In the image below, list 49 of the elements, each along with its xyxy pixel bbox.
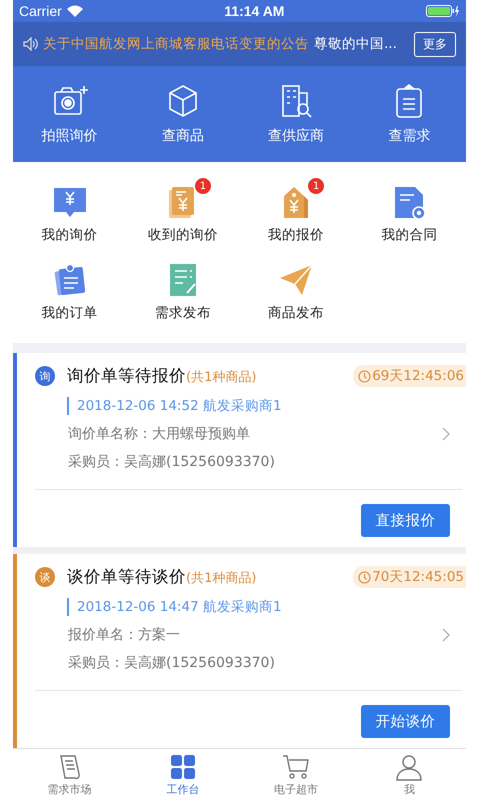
speaker-icon: [23, 37, 39, 51]
notice-title[interactable]: 关于中国航发网上商城客服电话变更的公告: [43, 35, 309, 53]
shortcut-item[interactable]: 商品发布: [240, 254, 353, 332]
shortcut-item[interactable]: 需求发布: [126, 254, 240, 332]
quick-action[interactable]: 查供应商: [240, 66, 353, 162]
battery-icon: [426, 5, 460, 17]
task-card[interactable]: 谈 谈价单等待谈价(共1种商品) 70天12:45:05 2018-12-06 14:47 航发采购商1 报价单名：方案一 采购员：吴高娜(15256093370) 开始谈价: [13, 554, 466, 748]
quick-action[interactable]: 查商品: [126, 66, 240, 162]
shortcut-item[interactable]: 1 收到的询价: [126, 176, 240, 254]
shortcut-item[interactable]: 我的合同: [352, 176, 466, 254]
count-badge: 1: [194, 178, 211, 194]
card-title: 谈价单等待谈价(共1种商品): [67, 566, 258, 588]
tab-item[interactable]: 我: [352, 749, 466, 800]
tab-item[interactable]: 工作台: [126, 749, 240, 800]
action-button[interactable]: 直接报价: [361, 504, 450, 537]
notice-text: 尊敬的中国...: [314, 35, 397, 53]
card-title: 询价单等待报价(共1种商品): [67, 365, 258, 387]
quick-action[interactable]: 查需求: [352, 66, 466, 162]
clock-icon: [358, 370, 372, 382]
quick-action[interactable]: 拍照询价: [13, 66, 126, 162]
shortcut-item[interactable]: 我的询价: [13, 176, 126, 254]
more-button[interactable]: 更多: [414, 32, 456, 56]
action-button[interactable]: 开始谈价: [361, 705, 450, 738]
status-time: 11:14 AM: [224, 3, 284, 19]
carrier-name: Carrier: [19, 3, 62, 19]
pinned-notes-icon: [52, 262, 88, 298]
count-badge: 1: [308, 178, 324, 194]
tab-item[interactable]: 电子超市: [240, 749, 353, 800]
chevron-right-icon: [442, 427, 450, 441]
countdown-text: 69天12:45:06: [372, 367, 464, 385]
date-supplier-text: 2018-12-06 14:47 航发采购商1: [67, 598, 442, 616]
task-card[interactable]: 询 询价单等待报价(共1种商品) 69天12:45:06 2018-12-06 14:52 航发采购商1 询价单名称：大用螺母预购单 采购员：吴高娜(15256093370) 直接报价: [13, 353, 466, 547]
chevron-right-icon: [442, 628, 450, 642]
detail-text: 报价单名：方案一: [67, 626, 181, 644]
detail-text: 询价单名称：大用螺母预购单: [67, 425, 251, 443]
person-icon: [395, 752, 424, 780]
shortcut-item[interactable]: 我的订单: [13, 254, 126, 332]
cart-icon: [282, 752, 310, 780]
wifi-icon: [66, 5, 83, 17]
grid-icon: [168, 752, 197, 780]
detail-text: 采购员：吴高娜(15256093370): [67, 453, 276, 471]
tab-item[interactable]: 需求市场: [13, 749, 126, 800]
shortcut-item[interactable]: 1 我的报价: [240, 176, 353, 254]
date-supplier-text: 2018-12-06 14:52 航发采购商1: [67, 397, 442, 415]
countdown-text: 70天12:45:05: [372, 568, 464, 586]
type-badge: 谈: [35, 567, 55, 587]
clock-icon: [358, 570, 372, 584]
detail-text: 采购员：吴高娜(15256093370): [67, 654, 276, 672]
type-badge: 询: [35, 366, 55, 386]
